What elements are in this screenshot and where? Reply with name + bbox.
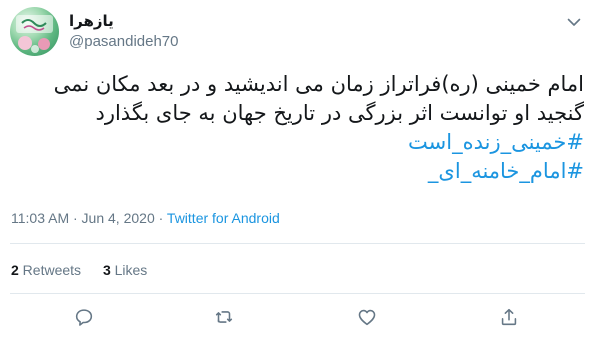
tweet-timestamp[interactable]: 11:03 AM · Jun 4, 2020 · — [11, 210, 167, 226]
tweet-meta: 11:03 AM · Jun 4, 2020 · Twitter for And… — [11, 210, 280, 226]
likes-stat[interactable]: 3 Likes — [103, 262, 147, 278]
tweet-header: یازهرا @pasandideh70 — [10, 7, 585, 57]
likes-label: Likes — [110, 262, 148, 278]
user-names: یازهرا @pasandideh70 — [69, 12, 178, 51]
tweet-line-2: گنجید او توانست اثر بزرگی در تاریخ جهان … — [95, 101, 584, 125]
hashtag-link-1[interactable]: #خمینی_زنده_است — [12, 128, 584, 157]
tweet-actions — [0, 306, 595, 330]
avatar[interactable] — [10, 7, 59, 56]
user-handle[interactable]: @pasandideh70 — [69, 32, 178, 51]
likes-count: 3 — [102, 262, 111, 278]
share-icon[interactable] — [498, 306, 520, 328]
display-name[interactable]: یازهرا — [69, 12, 178, 31]
like-icon[interactable] — [356, 306, 378, 328]
retweets-stat[interactable]: 2 Retweets — [11, 262, 81, 278]
retweet-icon[interactable] — [213, 306, 235, 328]
retweets-count: 2 — [11, 262, 19, 278]
tweet-stats: 2 Retweets 3 Likes — [11, 262, 165, 278]
chevron-down-icon[interactable] — [565, 13, 583, 31]
hashtag-link-2[interactable]: #امام_خامنه_ای_ — [12, 157, 584, 186]
tweet-text: امام خمینی (ره)فراتراز زمان می اندیشید و… — [12, 70, 584, 186]
avatar-image — [16, 15, 53, 53]
divider — [10, 293, 585, 294]
reply-icon[interactable] — [73, 306, 95, 328]
divider — [10, 243, 585, 244]
tweet-source-link[interactable]: Twitter for Android — [167, 210, 280, 226]
tweet-line-1: امام خمینی (ره)فراتراز زمان می اندیشید و… — [53, 72, 584, 96]
retweets-label: Retweets — [18, 262, 82, 278]
